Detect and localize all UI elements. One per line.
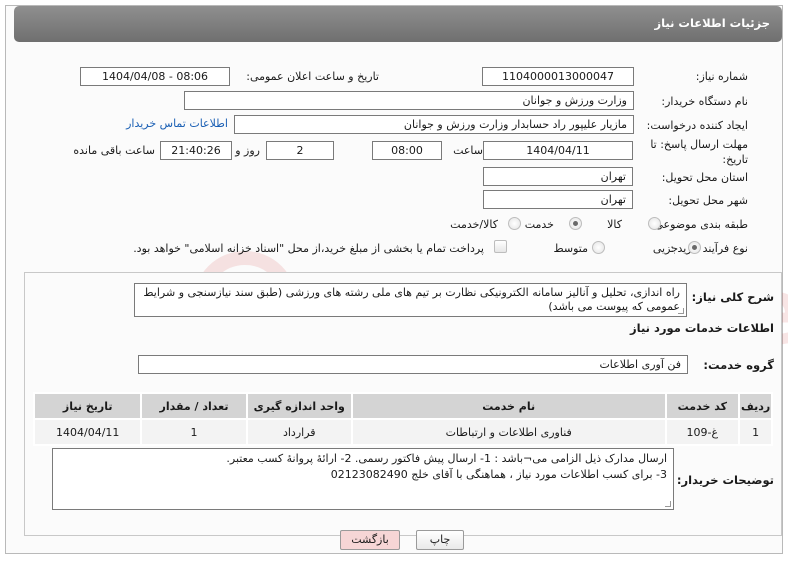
announce-datetime-field[interactable]: 1404/04/08 - 08:06 bbox=[80, 67, 230, 86]
process-option-medium: متوسط bbox=[553, 242, 588, 255]
resize-handle[interactable] bbox=[665, 501, 671, 507]
city-field[interactable]: تهران bbox=[483, 190, 633, 209]
city-label: شهر محل تحویل: bbox=[668, 194, 748, 207]
buyer-notes-textarea[interactable]: ارسال مدارک ذیل الزامی می¬باشد : 1- ارسا… bbox=[52, 448, 674, 510]
days-remaining-field[interactable]: 2 bbox=[266, 141, 334, 160]
description-text: راه اندازی، تحلیل و آنالیز سامانه الکترو… bbox=[143, 286, 680, 313]
requester-label: ایجاد کننده درخواست: bbox=[646, 119, 748, 132]
province-label: استان محل تحویل: bbox=[661, 171, 748, 184]
cell-service-name: فناوری اطلاعات و ارتباطات bbox=[350, 418, 667, 446]
time-remaining-field[interactable]: 21:40:26 bbox=[160, 141, 232, 160]
resize-handle[interactable] bbox=[678, 308, 684, 314]
category-radio-service[interactable] bbox=[569, 217, 582, 230]
category-option-goods-service: کالا/خدمت bbox=[450, 218, 498, 231]
deadline-label: مهلت ارسال پاسخ: تا تاریخ: bbox=[650, 138, 748, 166]
cell-row-number: 1 bbox=[738, 418, 773, 446]
process-radio-medium[interactable] bbox=[592, 241, 605, 254]
services-table: ردیف کد خدمت نام خدمت واحد اندازه گیری ت… bbox=[32, 392, 773, 446]
table-row[interactable]: 1 غ-109 فناوری اطلاعات و ارتباطات قراردا… bbox=[32, 418, 773, 446]
treasury-payment-note: پرداخت تمام یا بخشی از مبلغ خرید،از محل … bbox=[133, 242, 484, 255]
deadline-date-field[interactable]: 1404/04/11 bbox=[483, 141, 633, 160]
category-radio-goods[interactable] bbox=[648, 217, 661, 230]
col-header-need-date: تاریخ نیاز bbox=[32, 392, 143, 420]
page-title: جزئیات اطلاعات نیاز bbox=[654, 16, 770, 30]
col-header-row-number: ردیف bbox=[738, 392, 773, 420]
treasury-payment-checkbox[interactable] bbox=[494, 240, 507, 253]
need-number-label: شماره نیاز: bbox=[695, 70, 748, 83]
province-field[interactable]: تهران bbox=[483, 167, 633, 186]
days-label: روز و bbox=[235, 144, 260, 157]
col-header-quantity: تعداد / مقدار bbox=[140, 392, 248, 420]
category-radio-goods-service[interactable] bbox=[508, 217, 521, 230]
cell-service-code: غ-109 bbox=[664, 418, 741, 446]
requester-field[interactable]: مازیار علیپور راد حسابدار وزارت ورزش و ج… bbox=[234, 115, 634, 134]
deadline-time-label: ساعت bbox=[453, 144, 483, 157]
description-textarea[interactable]: راه اندازی، تحلیل و آنالیز سامانه الکترو… bbox=[134, 283, 687, 317]
buyer-notes-line-2: 3- برای کسب اطلاعات مورد نیاز ، هماهنگی … bbox=[330, 468, 667, 481]
services-section-title: اطلاعات خدمات مورد نیاز bbox=[630, 321, 774, 335]
category-label: طبقه بندی موضوعی: bbox=[650, 218, 748, 231]
col-header-unit: واحد اندازه گیری bbox=[245, 392, 353, 420]
cell-need-date: 1404/04/11 bbox=[32, 418, 143, 446]
service-group-label: گروه خدمت: bbox=[703, 358, 774, 372]
col-header-service-name: نام خدمت bbox=[350, 392, 667, 420]
buyer-notes-line-1: ارسال مدارک ذیل الزامی می¬باشد : 1- ارسا… bbox=[226, 452, 667, 465]
process-option-minor: جزیی bbox=[652, 242, 678, 255]
announce-datetime-label: تاریخ و ساعت اعلان عمومی: bbox=[246, 70, 379, 83]
print-button[interactable]: چاپ bbox=[416, 530, 464, 550]
buyer-org-field[interactable]: وزارت ورزش و جوانان bbox=[184, 91, 634, 110]
process-radio-minor[interactable] bbox=[688, 241, 701, 254]
back-button[interactable]: بازگشت bbox=[340, 530, 400, 550]
process-label: نوع فرآیند خرید : bbox=[670, 242, 748, 255]
buyer-org-label: نام دستگاه خریدار: bbox=[661, 95, 748, 108]
cell-unit: قرارداد bbox=[245, 418, 353, 446]
buyer-contact-link[interactable]: اطلاعات تماس خریدار bbox=[126, 117, 228, 130]
deadline-time-field[interactable]: 08:00 bbox=[372, 141, 442, 160]
table-header-row: ردیف کد خدمت نام خدمت واحد اندازه گیری ت… bbox=[32, 392, 773, 420]
category-option-service: خدمت bbox=[524, 218, 554, 231]
title-bar: جزئیات اطلاعات نیاز bbox=[14, 6, 782, 42]
time-remaining-label: ساعت باقی مانده bbox=[73, 144, 155, 157]
buyer-notes-label: توضیحات خریدار: bbox=[676, 473, 774, 487]
need-number-field[interactable]: 1104000013000047 bbox=[482, 67, 634, 86]
service-group-field[interactable]: فن آوری اطلاعات bbox=[138, 355, 688, 374]
cell-quantity: 1 bbox=[140, 418, 248, 446]
col-header-service-code: کد خدمت bbox=[664, 392, 741, 420]
category-option-goods: کالا bbox=[607, 218, 622, 231]
description-label: شرح کلی نیاز: bbox=[691, 290, 774, 304]
